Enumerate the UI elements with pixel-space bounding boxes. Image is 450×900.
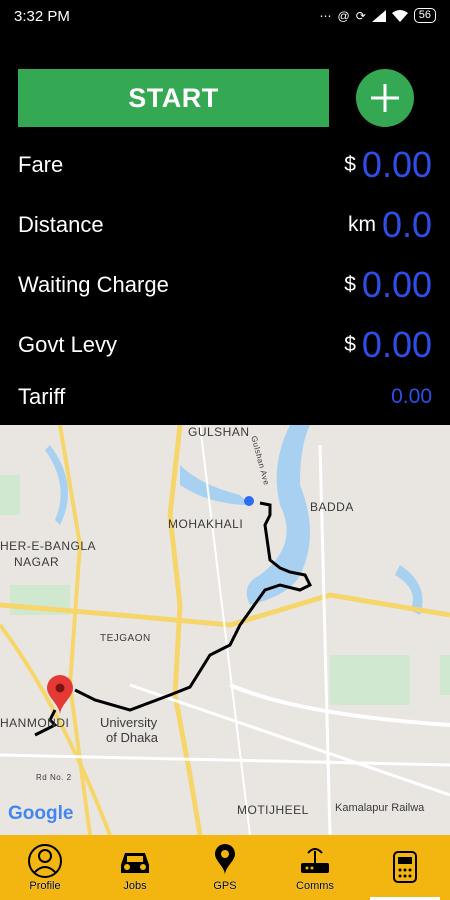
levy-value-group: $ 0.00 (344, 324, 432, 366)
distance-unit: km (347, 213, 376, 236)
distance-label: Distance (18, 212, 104, 237)
map-label-nagar: NAGAR (14, 555, 60, 569)
car-icon (121, 853, 149, 873)
fare-row: Fare $ 0.00 (18, 140, 432, 190)
start-button[interactable]: START (18, 69, 329, 127)
status-icons: ⋯ @ ⟳ 56 (319, 8, 436, 23)
wifi-icon (391, 9, 408, 22)
map-label-kamalapur: Kamalapur Railwa (335, 802, 425, 814)
map-label-gulshan: GULSHAN (188, 425, 250, 439)
waiting-value-group: $ 0.00 (344, 264, 432, 306)
nav-gps[interactable]: GPS (180, 835, 270, 900)
distance-row: Distance km 0.0 (18, 200, 432, 250)
tariff-label: Tariff (18, 384, 66, 409)
nav-profile[interactable]: Profile (0, 835, 90, 900)
govt-levy-row: Govt Levy $ 0.00 (18, 320, 432, 370)
nav-meter[interactable] (360, 835, 450, 900)
taxi-meter-icon (393, 851, 417, 883)
map-label-of-dhaka: of Dhaka (106, 730, 159, 745)
fare-label: Fare (18, 152, 64, 177)
nav-comms[interactable]: Comms (270, 835, 360, 900)
tariff-value-group: 0.00 (391, 385, 432, 409)
map-label-motijheel: MOTIJHEEL (237, 803, 309, 817)
govt-levy-label: Govt Levy (18, 332, 118, 357)
map-label-sher-e-bangla: HER-E-BANGLA (0, 539, 97, 553)
at-icon: @ (337, 8, 350, 23)
profile-icon (28, 844, 62, 878)
router-icon (301, 848, 329, 873)
waiting-charge-value: 0.00 (361, 264, 432, 305)
waiting-charge-label: Waiting Charge (18, 272, 169, 297)
govt-levy-unit: $ (344, 333, 356, 356)
waiting-charge-unit: $ (344, 273, 356, 296)
map-label-badda: BADDA (310, 500, 354, 514)
route-map[interactable]: GULSHAN BADDA MOHAKHALI HER-E-BANGLA NAG… (0, 425, 450, 835)
map-label-rd-2: Rd No. 2 (36, 773, 72, 782)
fare-value-group: $ 0.00 (344, 144, 432, 186)
dots-icon: ⋯ (319, 8, 332, 23)
fare-value: 0.00 (361, 144, 432, 185)
map-label-tejgaon: TEJGAON (100, 633, 151, 644)
nav-gps-label: GPS (213, 880, 237, 892)
nav-profile-label: Profile (29, 880, 61, 892)
bottom-nav: Profile Jobs GPS Comms (0, 835, 450, 900)
location-pin-icon (215, 844, 235, 875)
plus-icon (371, 84, 399, 112)
map-label-mohakhali: MOHAKHALI (168, 517, 244, 531)
govt-levy-value: 0.00 (361, 324, 432, 365)
distance-value: 0.0 (381, 204, 432, 245)
map-label-dhanmondi: HANMONDI (0, 716, 70, 730)
battery-indicator: 56 (413, 8, 436, 23)
tariff-value: 0.00 (391, 385, 432, 408)
status-time: 3:32 PM (14, 8, 70, 25)
map-label-university: University (100, 715, 158, 730)
nav-jobs-label: Jobs (123, 880, 147, 892)
sync-icon: ⟳ (355, 8, 366, 23)
distance-value-group: km 0.0 (348, 204, 432, 246)
status-bar: 3:32 PM ⋯ @ ⟳ 56 (0, 0, 450, 34)
tariff-row: Tariff 0.00 (18, 372, 432, 422)
nav-comms-label: Comms (296, 880, 334, 892)
location-marker-icon[interactable] (47, 675, 73, 715)
add-button[interactable] (356, 69, 414, 127)
fare-unit: $ (344, 153, 356, 176)
signal-icon (371, 9, 386, 22)
nav-jobs[interactable]: Jobs (90, 835, 180, 900)
google-attribution: Google (8, 803, 74, 824)
waiting-charge-row: Waiting Charge $ 0.00 (18, 260, 432, 310)
